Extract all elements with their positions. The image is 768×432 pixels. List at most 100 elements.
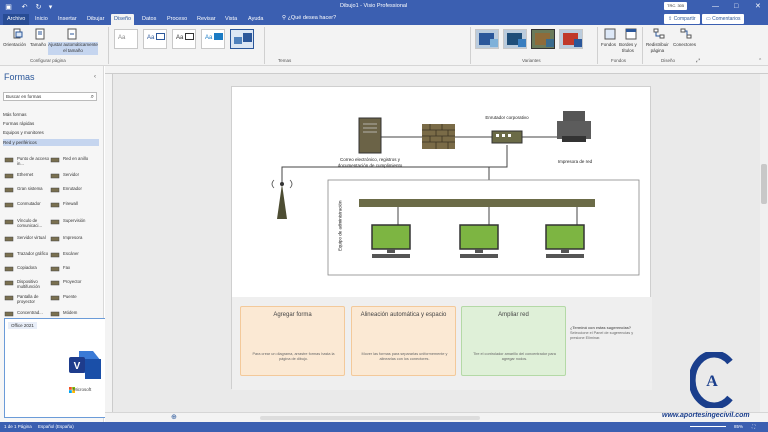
shape-item[interactable]: Fax <box>50 265 96 277</box>
shape-thumbnail-icon <box>50 186 60 194</box>
orientation-icon[interactable] <box>11 28 23 40</box>
relayout-button[interactable]: Redistribuir página <box>646 42 669 53</box>
tab-help[interactable]: Ayuda <box>245 15 267 24</box>
tab-process[interactable]: Proceso <box>164 15 190 24</box>
minimize-button[interactable]: — <box>712 2 719 11</box>
tell-me-search[interactable]: ⚲ ¿Qué desea hacer? <box>282 15 336 21</box>
size-icon[interactable] <box>34 28 46 40</box>
autofit-icon[interactable] <box>66 28 78 40</box>
shape-item[interactable]: Proyector <box>50 279 96 291</box>
tip-card-title: Agregar forma <box>273 312 312 318</box>
close-button[interactable]: ✕ <box>755 2 761 11</box>
collapse-ribbon-icon[interactable]: ⌃ <box>758 58 762 64</box>
shape-item[interactable]: Punto de acceso in... <box>4 156 50 168</box>
shape-item[interactable]: Gran sistema <box>4 186 50 198</box>
theme-thumbnail-2[interactable]: Aa <box>143 29 167 49</box>
printer-label: Impresora de red <box>557 159 593 164</box>
shapes-pane-title: Formas <box>4 72 35 82</box>
drawing-canvas[interactable]: Correo electrónico, registros y document… <box>113 74 760 412</box>
add-page-icon[interactable]: ⊕ <box>171 413 177 421</box>
autofit-button[interactable]: Ajustar automáticamente el tamaño <box>48 42 98 55</box>
zoom-slider[interactable] <box>690 426 726 427</box>
drawing-page[interactable]: Correo electrónico, registros y document… <box>231 86 652 390</box>
shape-item[interactable]: Escáner <box>50 251 96 263</box>
tab-review[interactable]: Revisar <box>194 15 219 24</box>
ribbon-separator <box>264 27 265 64</box>
shape-item[interactable]: Dispositivo multifunción <box>4 279 50 291</box>
tab-design[interactable]: Diseño <box>111 14 135 25</box>
shape-thumbnail-icon <box>50 218 60 226</box>
autofit-label-2: el tamaño <box>63 47 83 53</box>
theme-thumbnail-1[interactable]: Aa <box>114 29 138 49</box>
share-button[interactable]: ⇪ Compartir <box>664 14 700 24</box>
dialog-launcher-icon[interactable]: ⤢ <box>696 58 700 64</box>
variant-thumbnail-3[interactable] <box>531 29 555 49</box>
stencil-computers-monitors[interactable]: Equipos y monitores <box>3 130 44 135</box>
undo-icon[interactable]: ↶ <box>20 2 29 11</box>
borders-label-1: Bordes y <box>619 42 637 47</box>
vertical-ruler[interactable] <box>105 74 113 412</box>
shapes-search-input[interactable]: Buscar en formas ⌕ <box>3 92 97 101</box>
zoom-level[interactable]: 85% <box>734 424 743 429</box>
tip-card-add-shape[interactable]: Agregar forma Para crear un diagrama, ar… <box>240 306 345 376</box>
variant-thumbnail-2[interactable] <box>503 29 527 49</box>
shape-item[interactable]: Supervisión <box>50 218 96 230</box>
borders-titles-button[interactable]: Bordes y títulos <box>619 42 637 53</box>
tip-card-auto-align[interactable]: Alineación automática y espacio Mover la… <box>351 306 456 376</box>
shape-item[interactable]: Red en anillo <box>50 156 96 168</box>
shape-label: Trazador gráfico <box>17 251 49 256</box>
tab-data[interactable]: Datos <box>139 15 159 24</box>
horizontal-ruler[interactable] <box>105 66 768 74</box>
theme-thumbnail-5[interactable] <box>230 29 254 49</box>
shape-item[interactable]: Pantalla de proyector <box>4 294 50 306</box>
shape-item[interactable]: Servidor virtual <box>4 235 50 247</box>
shape-item[interactable]: Copiadora <box>4 265 50 277</box>
page-indicator[interactable]: 1 de 1 Página <box>4 424 32 429</box>
comments-button[interactable]: ▭ Comentarios <box>702 14 745 24</box>
shape-item[interactable]: Trazador gráfico <box>4 251 50 263</box>
shape-item[interactable]: Vínculo de comunicaci... <box>4 218 50 230</box>
tab-home[interactable]: Inicio <box>32 15 51 24</box>
shape-item[interactable]: Impresora <box>50 235 96 247</box>
backgrounds-icon[interactable] <box>604 28 616 40</box>
customize-quick-access-icon[interactable]: ▾ <box>46 2 55 11</box>
backgrounds-button[interactable]: Fondos <box>601 42 616 48</box>
maximize-button[interactable]: □ <box>734 2 738 11</box>
stencil-quick-shapes[interactable]: Formas rápidas <box>3 121 34 126</box>
borders-titles-icon[interactable] <box>625 28 637 40</box>
tab-view[interactable]: Vista <box>222 15 240 24</box>
user-account[interactable]: TRC. 305 <box>664 2 688 10</box>
search-icon[interactable]: ⌕ <box>91 93 94 101</box>
relayout-icon[interactable] <box>653 28 665 40</box>
variant-thumbnail-4[interactable] <box>559 29 583 49</box>
theme-thumbnail-4[interactable]: Aa <box>201 29 225 49</box>
tip-card-expand-network[interactable]: Ampliar red Tire el controlador amarillo… <box>461 306 566 376</box>
ribbon-tabs: Archivo Inicio Insertar Dibujar Diseño D… <box>0 13 768 25</box>
shape-item[interactable]: Conmutador <box>4 201 50 213</box>
language-indicator[interactable]: Español (España) <box>38 424 74 429</box>
shape-item[interactable]: Servidor <box>50 172 96 184</box>
tab-draw[interactable]: Dibujar <box>84 15 107 24</box>
theme-thumbnail-3[interactable]: Aa <box>172 29 196 49</box>
vertical-scrollbar[interactable] <box>760 74 768 412</box>
horizontal-scrollbar[interactable] <box>260 416 480 420</box>
fit-page-icon[interactable]: ⛶ <box>752 424 755 429</box>
shape-item[interactable]: Enrutador <box>50 186 96 198</box>
connectors-button[interactable]: Conectores <box>673 42 696 48</box>
size-button[interactable]: Tamaño <box>30 42 46 48</box>
connectors-icon[interactable] <box>680 28 692 40</box>
stencil-more-shapes[interactable]: Más formas <box>3 112 27 117</box>
shape-item[interactable]: Ethernet <box>4 172 50 184</box>
orientation-button[interactable]: Orientación <box>3 42 26 48</box>
tab-file[interactable]: Archivo <box>3 14 30 25</box>
tab-insert[interactable]: Insertar <box>55 15 80 24</box>
scrollbar-thumb[interactable] <box>761 164 767 204</box>
variant-thumbnail-1[interactable] <box>475 29 499 49</box>
redo-icon[interactable]: ↻ <box>34 2 43 11</box>
stencil-network-peripherals[interactable]: Red y periféricos <box>3 139 99 146</box>
collapse-pane-icon[interactable]: ‹ <box>94 74 96 80</box>
save-icon[interactable]: ▣ <box>4 2 13 11</box>
watermark-url: www.aportesingecivil.com <box>662 412 750 419</box>
shape-item[interactable]: Firewall <box>50 201 96 213</box>
shape-item[interactable]: Puente <box>50 294 96 306</box>
